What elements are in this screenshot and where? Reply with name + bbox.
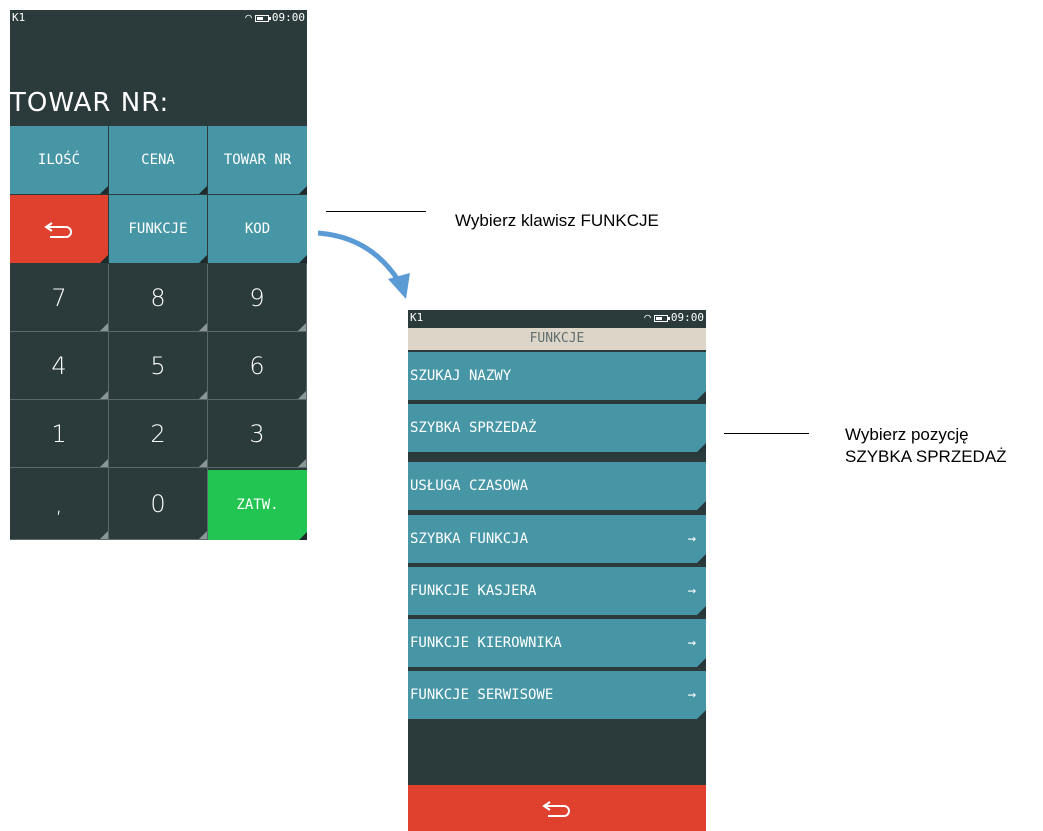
annotation-line-1 <box>326 211 426 212</box>
cashier-id: K1 <box>410 311 424 324</box>
menu-item-quick-function[interactable]: SZYBKA FUNKCJA → <box>408 515 706 563</box>
arrow-right-icon: → <box>687 583 696 599</box>
back-arrow-icon <box>44 222 72 238</box>
menu-title: FUNKCJE <box>408 328 706 350</box>
cash-register-screen-sale: K1 ◠ 09:00 TOWAR NR: ILOŚĆ CENA TOWAR NR… <box>10 10 307 540</box>
product-number-prompt: TOWAR NR: <box>10 88 170 118</box>
battery-icon <box>254 14 271 22</box>
digit-0-key[interactable]: 0 <box>109 468 208 540</box>
menu-item-quick-sale[interactable]: SZYBKA SPRZEDAŻ <box>408 404 706 452</box>
menu-item-service-functions[interactable]: FUNKCJE SERWISOWE → <box>408 671 706 719</box>
clock: 09:00 <box>670 311 704 324</box>
arrow-right-icon: → <box>687 687 696 703</box>
wifi-icon: ◠ <box>644 311 651 324</box>
back-button[interactable] <box>408 785 706 831</box>
cash-register-screen-functions: K1 ◠ 09:00 FUNKCJE SZUKAJ NAZWY SZYBKA S… <box>408 310 706 831</box>
arrow-right-icon: → <box>687 635 696 651</box>
digit-6-key[interactable]: 6 <box>208 332 307 400</box>
curved-arrow-icon <box>317 230 410 299</box>
functions-key[interactable]: FUNKCJE <box>109 195 207 263</box>
price-key[interactable]: CENA <box>109 126 207 194</box>
menu-item-cashier-functions[interactable]: FUNKCJE KASJERA → <box>408 567 706 615</box>
back-arrow-icon <box>542 801 570 817</box>
digit-8-key[interactable]: 8 <box>109 264 208 332</box>
annotation-step2: Wybierz pozycję SZYBKA SPRZEDAŻ <box>845 424 1007 468</box>
digit-4-key[interactable]: 4 <box>10 332 109 400</box>
annotation-line-2 <box>724 433 809 434</box>
wifi-icon: ◠ <box>245 11 252 24</box>
quantity-key[interactable]: ILOŚĆ <box>10 126 108 194</box>
annotation-step2-line1: Wybierz pozycję <box>845 425 969 444</box>
digit-7-key[interactable]: 7 <box>10 264 109 332</box>
battery-icon <box>653 314 670 322</box>
digit-1-key[interactable]: 1 <box>10 400 109 468</box>
digit-3-key[interactable]: 3 <box>208 400 307 468</box>
menu-item-manager-functions[interactable]: FUNKCJE KIEROWNIKA → <box>408 619 706 667</box>
digit-9-key[interactable]: 9 <box>208 264 307 332</box>
clock: 09:00 <box>271 11 305 24</box>
cashier-id: K1 <box>12 11 26 24</box>
decimal-key[interactable]: , <box>10 468 109 540</box>
digit-5-key[interactable]: 5 <box>109 332 208 400</box>
product-number-key[interactable]: TOWAR NR <box>208 126 307 194</box>
annotation-step1: Wybierz klawisz FUNKCJE <box>455 211 659 230</box>
status-bar: K1 ◠ 09:00 <box>10 10 307 26</box>
menu-item-search-name[interactable]: SZUKAJ NAZWY <box>408 352 706 400</box>
back-key[interactable] <box>10 195 108 263</box>
code-key[interactable]: KOD <box>208 195 307 263</box>
annotation-step2-line2: SZYBKA SPRZEDAŻ <box>845 447 1007 466</box>
menu-item-time-service[interactable]: USŁUGA CZASOWA <box>408 462 706 510</box>
digit-2-key[interactable]: 2 <box>109 400 208 468</box>
confirm-key[interactable]: ZATW. <box>208 470 307 540</box>
arrow-right-icon: → <box>687 531 696 547</box>
status-bar: K1 ◠ 09:00 <box>408 310 706 326</box>
